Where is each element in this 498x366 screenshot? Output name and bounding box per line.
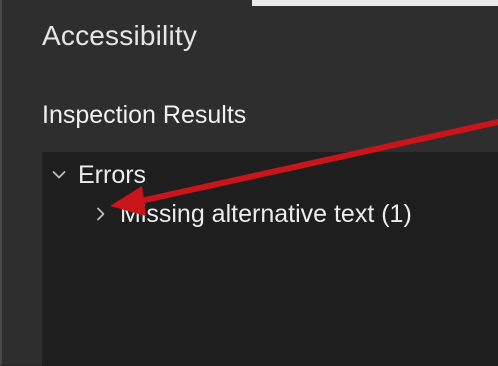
window-top-edge	[252, 0, 498, 6]
tree-item-missing-alternative-text-label: Missing alternative text (1)	[120, 199, 412, 228]
tree-item-errors[interactable]: Errors	[50, 157, 146, 193]
panel-title: Accessibility	[42, 20, 198, 51]
tree-item-missing-alternative-text[interactable]: Missing alternative text (1)	[92, 196, 412, 232]
tree-item-errors-label: Errors	[78, 160, 147, 189]
chevron-down-icon[interactable]	[50, 166, 68, 184]
inspection-results-tree: Errors Missing alternative text (1)	[42, 152, 498, 366]
chevron-right-icon[interactable]	[92, 205, 110, 223]
inspection-results-heading: Inspection Results	[42, 101, 247, 129]
accessibility-panel: Accessibility Inspection Results Errors …	[0, 0, 498, 366]
